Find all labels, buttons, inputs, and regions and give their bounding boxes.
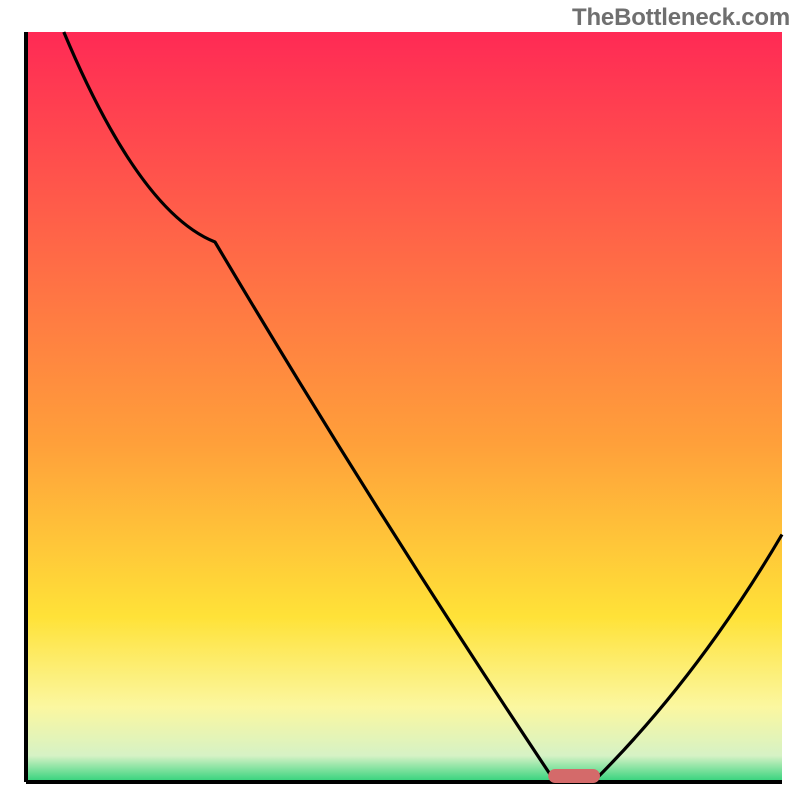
chart-background	[26, 32, 782, 782]
bottleneck-chart	[0, 0, 800, 800]
chart-container: TheBottleneck.com	[0, 0, 800, 800]
